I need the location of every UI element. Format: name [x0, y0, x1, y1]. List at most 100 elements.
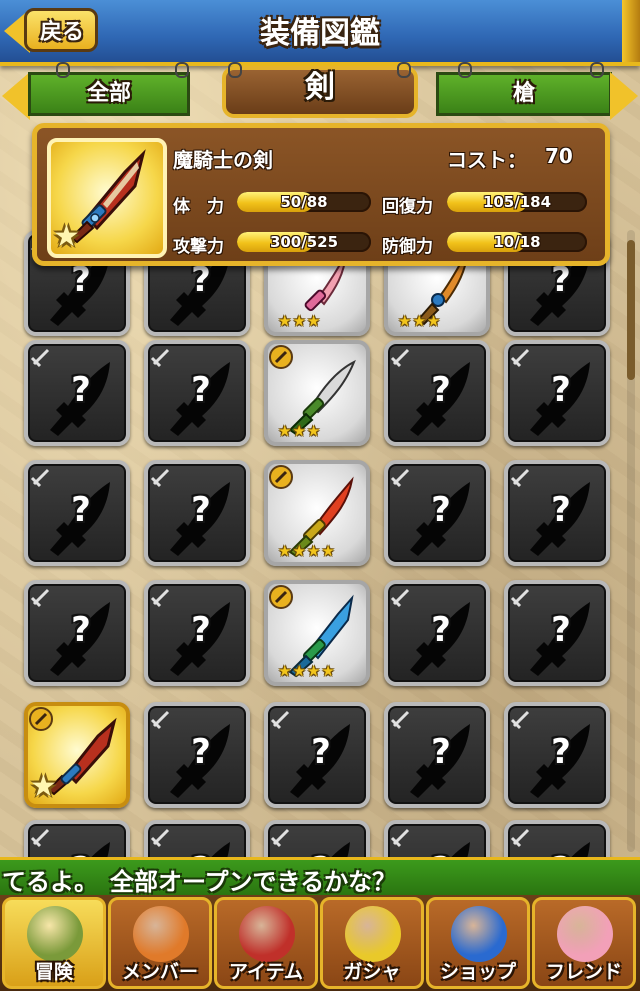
adventure-bag-icon	[27, 906, 83, 962]
unknown-mark: ?	[191, 260, 211, 300]
header-bar: 装備図鑑 戻る	[0, 0, 640, 66]
news-ticker: てるよ。 全部オープンできるかな？	[0, 857, 640, 899]
locked-equipment-slot[interactable]: ?	[384, 580, 490, 686]
bottom-nav: 冒険 メンバー アイテム ガシャ ショップ フレンド	[0, 895, 640, 991]
nav-label: フレンド	[545, 961, 622, 983]
unknown-mark: ?	[431, 490, 451, 530]
back-button[interactable]: 戻る	[4, 6, 100, 56]
unknown-mark: ?	[71, 610, 91, 650]
rarity-stars: ★★★	[278, 312, 322, 330]
locked-equipment-slot[interactable]: ?	[24, 340, 130, 446]
scrollbar-thumb[interactable]	[627, 240, 635, 380]
locked-equipment-slot[interactable]: ?	[384, 340, 490, 446]
rarity-stars: ★★★	[278, 422, 322, 440]
ring-icon	[590, 62, 604, 78]
equipment-slot[interactable]: ★★★	[264, 340, 370, 446]
locked-equipment-slot[interactable]: ?	[264, 702, 370, 808]
tab-next-arrow-icon[interactable]	[610, 72, 638, 120]
unknown-mark: ?	[191, 490, 211, 530]
locked-equipment-slot[interactable]: ?	[384, 460, 490, 566]
corner-badge-icon	[269, 585, 293, 609]
corner-sword-icon	[390, 468, 410, 488]
locked-equipment-slot[interactable]: ?	[144, 460, 250, 566]
unknown-mark: ?	[431, 370, 451, 410]
stat-label-hp: 体 力	[173, 197, 224, 217]
locked-equipment-slot[interactable]: ?	[24, 580, 130, 686]
ring-icon	[397, 62, 411, 78]
item-detail-panel: ★ 魔騎士の剣 コスト： 70 体 力 50/88 回復力 105/184 攻撃…	[32, 123, 610, 266]
corner-sword-icon	[150, 348, 170, 368]
corner-sword-icon	[30, 828, 50, 848]
corner-badge-icon	[269, 345, 293, 369]
corner-sword-icon	[390, 828, 410, 848]
unknown-mark: ?	[71, 490, 91, 530]
corner-sword-icon	[150, 588, 170, 608]
corner-sword-icon	[510, 828, 530, 848]
equipment-slot[interactable]: ★★★★	[264, 460, 370, 566]
nav-label: ショップ	[439, 961, 516, 983]
treasure-chest-icon	[239, 906, 295, 962]
crystal-orb-icon	[451, 906, 507, 962]
corner-sword-icon	[150, 828, 170, 848]
locked-equipment-slot[interactable]: ?	[384, 702, 490, 808]
equipment-slot[interactable]: ★★★★	[264, 580, 370, 686]
stat-bar-hp: 50/88	[237, 192, 371, 212]
locked-equipment-slot[interactable]: ?	[144, 580, 250, 686]
corner-sword-icon	[390, 588, 410, 608]
unknown-mark: ?	[191, 370, 211, 410]
nav-cat-friends[interactable]: フレンド	[532, 897, 636, 989]
ring-icon	[56, 62, 70, 78]
cat-friends-icon	[557, 906, 613, 962]
nav-adventure-bag[interactable]: 冒険	[2, 897, 106, 989]
tab-all[interactable]: 全部	[28, 72, 190, 116]
unknown-mark: ?	[71, 370, 91, 410]
corner-sword-icon	[30, 588, 50, 608]
nav-crystal-orb[interactable]: ショップ	[426, 897, 530, 989]
locked-equipment-slot[interactable]: ?	[504, 580, 610, 686]
unknown-mark: ?	[551, 610, 571, 650]
corner-sword-icon	[30, 348, 50, 368]
stat-bar-defense: 10/18	[447, 232, 587, 252]
gacha-ball-icon	[345, 906, 401, 962]
ring-icon	[175, 62, 189, 78]
locked-equipment-slot[interactable]: ?	[144, 702, 250, 808]
ticker-text: てるよ。 全部オープンできるかな？	[2, 868, 397, 896]
stat-label-defense: 防御力	[382, 237, 433, 257]
tab-spear[interactable]: 槍	[436, 72, 612, 116]
corner-sword-icon	[510, 588, 530, 608]
corner-sword-icon	[390, 348, 410, 368]
rarity-stars: ★★★	[398, 312, 442, 330]
nav-gacha-ball[interactable]: ガシャ	[320, 897, 424, 989]
unknown-mark: ?	[551, 260, 571, 300]
stat-bar-attack: 300/525	[237, 232, 371, 252]
unknown-mark: ?	[191, 732, 211, 772]
locked-equipment-slot[interactable]: ?	[504, 702, 610, 808]
stat-value-hp: 50/88	[280, 193, 328, 211]
corner-sword-icon	[510, 348, 530, 368]
unknown-mark: ?	[551, 732, 571, 772]
unknown-mark: ?	[551, 490, 571, 530]
nav-treasure-chest[interactable]: アイテム	[214, 897, 318, 989]
item-detail-icon: ★	[47, 138, 167, 258]
locked-equipment-slot[interactable]: ?	[144, 340, 250, 446]
unknown-mark: ?	[551, 370, 571, 410]
locked-equipment-slot[interactable]: ?	[504, 460, 610, 566]
stat-label-attack: 攻撃力	[173, 237, 224, 257]
cost-value: 70	[545, 144, 573, 168]
stat-value-defense: 10/18	[493, 233, 541, 251]
ring-icon	[228, 62, 242, 78]
corner-sword-icon	[150, 468, 170, 488]
unknown-mark: ?	[311, 732, 331, 772]
corner-badge-icon	[29, 707, 53, 731]
star-icon: ★	[30, 769, 57, 804]
corner-sword-icon	[510, 710, 530, 730]
nav-paw[interactable]: メンバー	[108, 897, 212, 989]
ring-icon	[458, 62, 472, 78]
locked-equipment-slot[interactable]: ?	[24, 460, 130, 566]
tab-prev-arrow-icon[interactable]	[2, 72, 30, 120]
locked-equipment-slot[interactable]: ?	[504, 340, 610, 446]
stat-label-recovery: 回復力	[382, 197, 433, 217]
tab-sword[interactable]: 剣	[222, 66, 418, 118]
selected-equipment-slot[interactable]: ★	[24, 702, 130, 808]
corner-sword-icon	[150, 710, 170, 730]
